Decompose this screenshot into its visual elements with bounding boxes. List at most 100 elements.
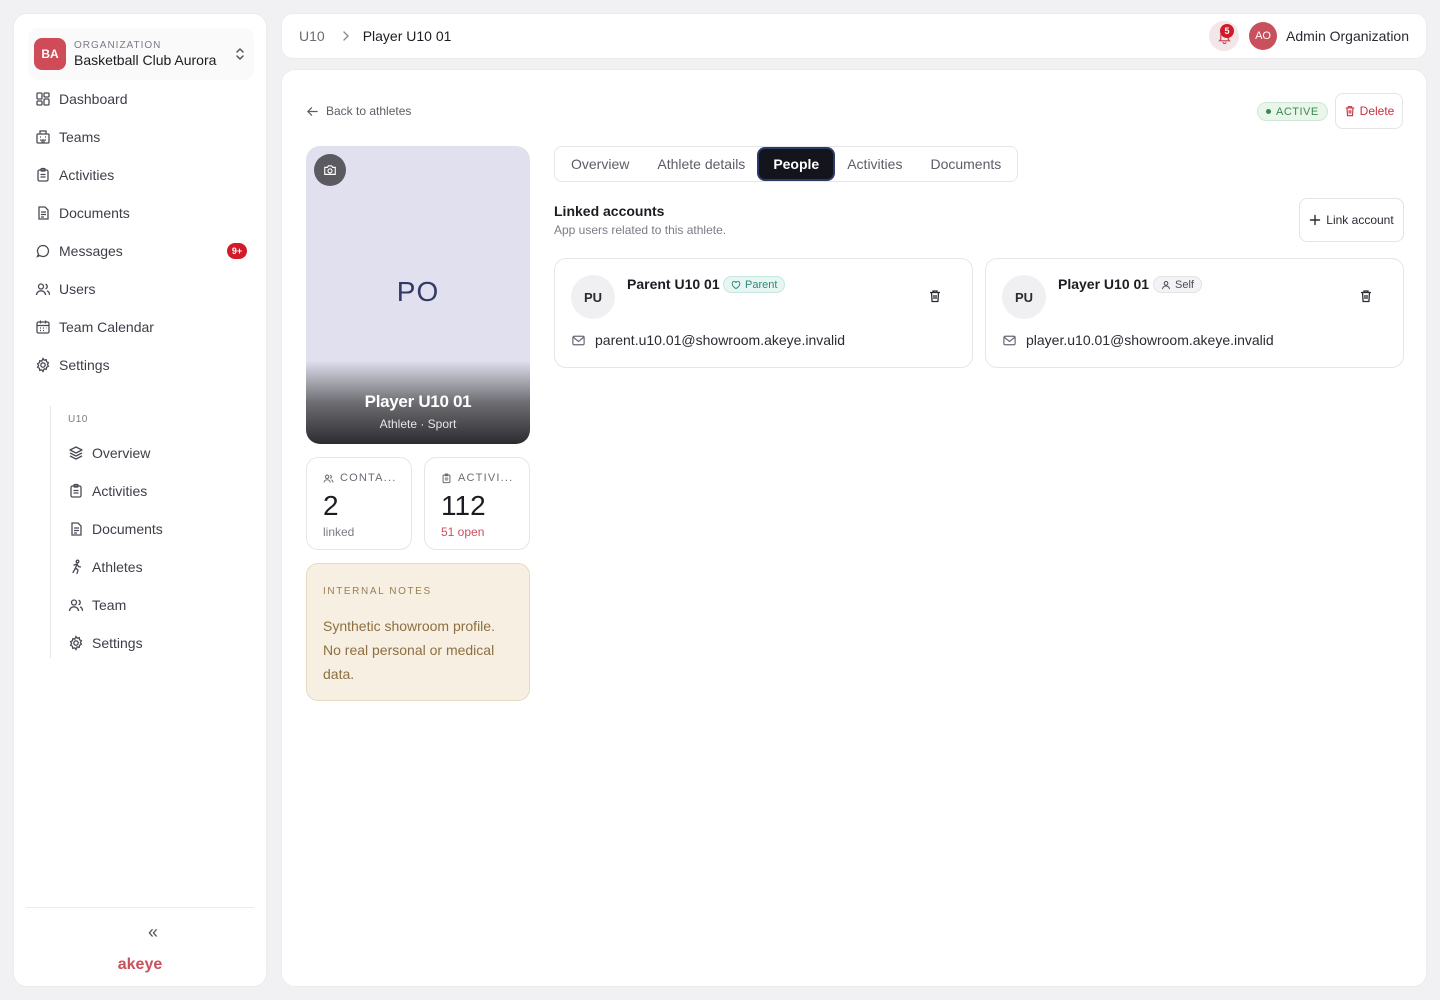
status-badge: ACTIVE (1257, 102, 1328, 121)
clipboard-icon (442, 473, 451, 483)
nav-item-users[interactable]: Users (27, 270, 255, 308)
brand-logo: akeye (117, 956, 163, 973)
subnav-item-athletes[interactable]: Athletes (51, 548, 254, 586)
stat-value: 2 (323, 490, 339, 521)
user-avatar[interactable]: AO (1249, 22, 1278, 50)
link-account-button[interactable]: Link account (1299, 198, 1404, 242)
subnav-item-overview[interactable]: Overview (51, 434, 254, 472)
nav-label: Dashboard (59, 91, 128, 107)
relation-tag-text: Parent (745, 278, 778, 291)
notes-text: Synthetic showroom profile. No real pers… (323, 618, 495, 682)
gear-icon (69, 635, 83, 651)
link-account-label: Link account (1326, 213, 1394, 227)
trash-icon[interactable] (1359, 289, 1373, 303)
chevron-right-icon (342, 31, 349, 41)
topbar: U10 Player U10 01 5 AO Admin Organizatio… (281, 13, 1427, 59)
nav-label: Messages (59, 243, 123, 259)
tab-people[interactable]: People (759, 149, 834, 179)
avatar: PU (571, 275, 615, 319)
avatar: PU (1002, 275, 1046, 319)
nav-item-documents[interactable]: Documents (27, 194, 255, 232)
linked-accounts-title: Linked accounts (554, 203, 665, 219)
nav-item-activities[interactable]: Activities (27, 156, 255, 194)
plus-icon (1310, 214, 1321, 226)
stat-sub: linked (323, 525, 355, 539)
main-panel: Back to athletes ACTIVE Delete PO Player… (281, 69, 1427, 987)
camera-icon (324, 165, 336, 175)
relation-tag: Parent (723, 276, 786, 293)
notifications-button[interactable]: 5 (1209, 21, 1240, 51)
nav-item-settings[interactable]: Settings (27, 346, 255, 384)
breadcrumb-current: Player U10 01 (362, 28, 452, 44)
runner-icon (72, 559, 82, 575)
chat-icon (36, 244, 50, 258)
building-icon (36, 130, 50, 144)
org-switcher[interactable]: BA ORGANIZATION Basketball Club Aurora (28, 28, 254, 80)
relation-tag-text: Self (1175, 278, 1194, 291)
delete-button[interactable]: Delete (1335, 93, 1403, 129)
tab-bar: Overview Athlete details People Activiti… (554, 146, 1019, 182)
subnav-item-activities[interactable]: Activities (51, 472, 254, 510)
calendar-icon (36, 320, 50, 334)
stat-value: 112 (441, 490, 486, 521)
user-icon (1162, 280, 1170, 289)
stat-label: CONTA... (340, 472, 397, 484)
email-text: parent.u10.01@showroom.akeye.invalid (595, 332, 846, 348)
account-name: Player U10 01 (1058, 276, 1150, 292)
user-name[interactable]: Admin Organization (1286, 28, 1409, 44)
linked-account-card: PU Parent U10 01 Parent parent.u10.01@sh… (554, 258, 973, 368)
email-text: player.u10.01@showroom.akeye.invalid (1026, 332, 1274, 348)
chevron-updown-icon (236, 48, 244, 60)
internal-notes-card: INTERNAL NOTES Synthetic showroom profil… (306, 563, 530, 701)
main-nav: Dashboard Teams Activities Documents Mes… (27, 80, 255, 384)
nav-label: Activities (59, 167, 115, 183)
org-avatar: BA (34, 38, 66, 70)
notification-count: 5 (1220, 24, 1235, 38)
nav-item-teams[interactable]: Teams (27, 118, 255, 156)
athlete-name: Player U10 01 (364, 392, 472, 411)
tab-activities[interactable]: Activities (833, 149, 916, 179)
document-icon (38, 206, 49, 220)
trash-icon[interactable] (928, 289, 942, 303)
change-photo-button[interactable] (314, 154, 346, 186)
layers-icon (69, 446, 83, 460)
tab-athlete-details[interactable]: Athlete details (643, 149, 759, 179)
subnav-item-team[interactable]: Team (51, 586, 254, 624)
stat-card-contacts: CONTA... 2 linked (306, 457, 412, 550)
collapse-sidebar-button[interactable]: « (138, 922, 168, 942)
stat-label: ACTIVI... (458, 472, 514, 484)
status-text: ACTIVE (1276, 105, 1319, 118)
subnav-item-documents[interactable]: Documents (51, 510, 254, 548)
subnav-label-text: Athletes (92, 559, 143, 575)
users-icon (35, 283, 51, 296)
linked-account-card: PU Player U10 01 Self player.u10.01@show… (985, 258, 1404, 368)
subnav-label-text: Overview (92, 445, 151, 461)
stat-sub: 51 open (441, 525, 485, 539)
users-icon (323, 474, 334, 483)
nav-item-team-calendar[interactable]: Team Calendar (27, 308, 255, 346)
notes-title: INTERNAL NOTES (323, 586, 432, 597)
clipboard-icon (37, 167, 49, 182)
team-subnav: U10 Overview Activities Documents Athlet… (50, 406, 254, 658)
org-label: ORGANIZATION (74, 40, 162, 51)
clipboard-icon (70, 483, 82, 498)
athlete-profile-card: PO Player U10 01 Athlete · Sport (306, 146, 530, 444)
athlete-subtitle: Athlete · Sport (379, 417, 457, 431)
tab-documents[interactable]: Documents (916, 149, 1015, 179)
tab-overview[interactable]: Overview (557, 149, 643, 179)
nav-label: Users (59, 281, 96, 297)
subnav-label-text: Documents (92, 521, 163, 537)
sidebar: BA ORGANIZATION Basketball Club Aurora D… (13, 13, 267, 987)
nav-item-messages[interactable]: Messages 9+ (27, 232, 255, 270)
athlete-initials: PO (396, 276, 440, 307)
users-icon (68, 599, 84, 612)
nav-item-dashboard[interactable]: Dashboard (27, 80, 255, 118)
status-dot (1266, 109, 1271, 114)
subnav-item-settings[interactable]: Settings (51, 624, 254, 662)
trash-icon (1345, 106, 1354, 117)
breadcrumb-team[interactable]: U10 (299, 28, 325, 44)
nav-label: Documents (59, 205, 130, 221)
account-name: Parent U10 01 (627, 276, 720, 292)
back-to-athletes-link[interactable]: Back to athletes (306, 104, 411, 118)
heart-icon (731, 280, 741, 289)
